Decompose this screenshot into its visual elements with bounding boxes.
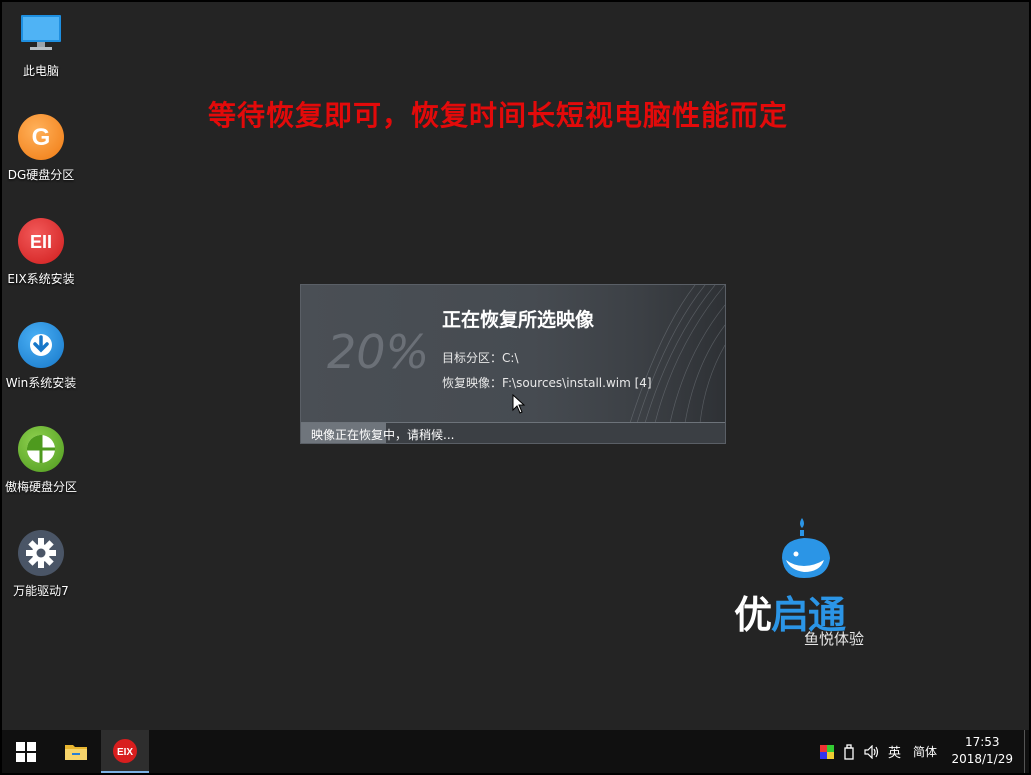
instruction-text: 等待恢复即可，恢复时间长短视电脑性能而定 [208,99,789,132]
desktop-icon-label: EIX系统安装 [7,272,75,286]
eix-taskbar-button[interactable]: EIX [101,730,149,773]
ime-language[interactable]: 英 [888,742,901,761]
target-partition-line: 目标分区：C:\ [442,349,518,366]
feather-decoration [629,285,725,423]
taskbar: EIX 英 简体 17:53 2018/1/29 [2,730,1029,773]
start-button[interactable] [2,730,50,773]
desktop-icon-label: DG硬盘分区 [7,168,75,182]
svg-text:EII: EII [30,232,52,252]
usb-device-icon[interactable] [844,743,854,760]
brand-subtitle: 鱼悦体验 [804,630,865,648]
dialog-title: 正在恢复所选映像 [442,309,595,331]
restore-image-line: 恢复映像：F:\sources\install.wim [4] [442,374,652,391]
windows-logo-icon [16,741,36,762]
desktop-icon-aomei-partition[interactable]: 傲梅硬盘分区 [2,426,81,495]
desktop-icon-label: Win系统安装 [5,376,77,390]
ime-mode[interactable]: 简体 [913,743,937,760]
win-install-icon [18,322,64,368]
progress-bar: 映像正在恢复中，请稍候... [301,422,725,443]
color-palette-icon[interactable] [820,744,834,759]
progress-status-text: 映像正在恢复中，请稍候... [311,428,455,442]
whale-logo-icon [782,518,830,578]
target-label: 目标分区： [442,351,503,365]
mouse-cursor-icon [512,394,526,414]
target-value: C:\ [502,351,519,365]
volume-icon[interactable] [864,744,880,759]
image-label: 恢复映像： [442,376,503,390]
aomei-partition-icon [18,426,64,472]
clock-time: 17:53 [964,735,1000,749]
svg-text:EIX: EIX [117,747,133,758]
desktop: 此电脑 G DG硬盘分区 EII EIX系统安装 Win系统安装 傲梅硬盘分区 … [2,2,1029,773]
eix-icon: EIX [113,738,137,763]
show-desktop-button[interactable] [1024,730,1029,773]
image-value: F:\sources\install.wim [4] [502,376,652,390]
desktop-icon-this-pc[interactable]: 此电脑 [2,10,81,79]
progress-percent: 20% [327,325,430,379]
eix-install-icon: EII [18,218,64,264]
desktop-icon-win-install[interactable]: Win系统安装 [2,322,81,391]
desktop-icon-label: 傲梅硬盘分区 [4,480,77,494]
clock-date: 2018/1/29 [951,752,1013,766]
desktop-icon-label: 此电脑 [22,64,59,78]
folder-icon [65,744,87,760]
file-explorer-button[interactable] [52,730,100,773]
system-tray: 英 简体 [820,730,937,773]
desktop-icon-driver[interactable]: 万能驱动7 [2,530,81,599]
desktop-icon-label: 万能驱动7 [13,584,69,598]
svg-text:G: G [32,124,51,151]
desktop-icon-dg-partition[interactable]: G DG硬盘分区 [2,114,81,183]
dg-partition-icon: G [18,114,64,160]
restore-dialog: 20% 正在恢复所选映像 目标分区：C:\ 恢复映像：F:\sources\in… [300,284,726,444]
brand-name-part1: 优 [734,593,772,637]
driver-gear-icon [18,530,64,576]
computer-icon [18,10,64,56]
clock[interactable]: 17:53 2018/1/29 [951,734,1013,768]
desktop-icon-eix-install[interactable]: EII EIX系统安装 [2,218,81,287]
